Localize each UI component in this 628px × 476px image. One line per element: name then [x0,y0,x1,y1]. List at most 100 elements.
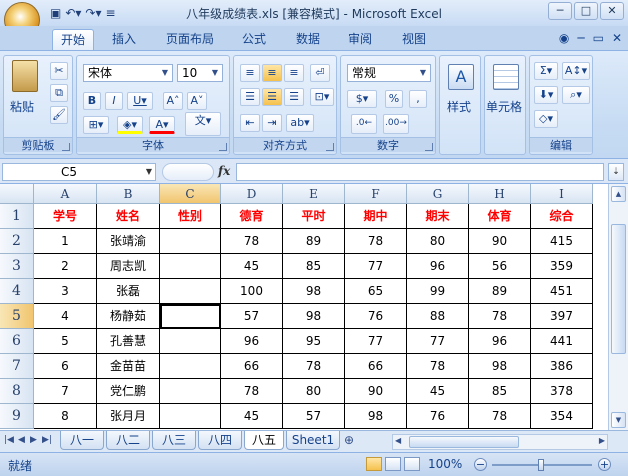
table-cell[interactable]: 金苗苗 [97,354,160,379]
table-cell[interactable]: 77 [345,329,407,354]
number-format-combo[interactable]: 常规 ▼ [347,64,431,82]
table-cell[interactable]: 66 [221,354,283,379]
table-cell[interactable]: 85 [469,379,531,404]
ribbon-close-icon[interactable]: ✕ [612,31,622,45]
autosum-icon[interactable]: Σ▾ [534,62,558,80]
table-cell[interactable] [160,304,221,329]
align-bottom-icon[interactable]: ≡ [284,64,304,82]
font-size-combo[interactable]: 10 ▼ [177,64,223,82]
table-cell[interactable]: 党仁鹏 [97,379,160,404]
table-cell[interactable]: 96 [469,329,531,354]
sheet-tab-active[interactable]: 八五 [244,431,284,450]
table-cell[interactable]: 88 [407,304,469,329]
phonetic-button[interactable]: 文▾ [185,112,221,136]
clear-icon[interactable]: ◇▾ [534,110,558,128]
table-cell[interactable]: 7 [34,379,97,404]
align-middle-icon[interactable]: ≡ [262,64,282,82]
tab-home[interactable]: 开始 [52,29,94,50]
table-cell[interactable]: 1 [34,229,97,254]
table-cell[interactable] [160,254,221,279]
column-header-d[interactable]: D [221,184,283,204]
table-cell[interactable]: 354 [531,404,593,429]
column-header-g[interactable]: G [407,184,469,204]
table-cell[interactable]: 45 [221,404,283,429]
paste-icon[interactable] [12,60,38,92]
zoom-out-icon[interactable]: − [474,458,487,471]
column-header-c[interactable]: C [160,184,221,204]
table-cell[interactable]: 80 [283,379,345,404]
table-cell[interactable]: 78 [469,404,531,429]
scroll-left-icon[interactable]: ◀ [395,436,401,445]
tab-view[interactable]: 视图 [394,29,434,50]
formula-input[interactable] [236,163,604,181]
align-left-icon[interactable]: ☰ [240,88,260,106]
table-cell[interactable]: 85 [283,254,345,279]
zoom-level[interactable]: 100% [428,457,462,471]
borders-button[interactable]: ⊞▾ [83,116,109,134]
header-cell[interactable]: 姓名 [97,204,160,229]
table-cell[interactable]: 77 [345,254,407,279]
decrease-indent-icon[interactable]: ⇤ [240,114,260,132]
table-cell[interactable]: 95 [283,329,345,354]
table-cell[interactable]: 张磊 [97,279,160,304]
ribbon-minimize-icon[interactable]: ─ [577,31,584,45]
expand-formula-bar-icon[interactable]: ⇣ [608,163,624,181]
grow-font-button[interactable]: A˄ [163,92,183,110]
percent-style-icon[interactable]: % [385,90,403,108]
header-cell[interactable]: 德育 [221,204,283,229]
column-header-h[interactable]: H [469,184,531,204]
insert-function-icon[interactable]: fx [218,164,230,178]
row-header-2[interactable]: 2 [0,229,34,254]
table-cell[interactable]: 张靖渝 [97,229,160,254]
table-cell[interactable]: 78 [221,379,283,404]
cut-icon[interactable]: ✂ [50,62,68,80]
alignment-dialog-launcher[interactable] [326,143,334,151]
format-painter-icon[interactable]: 🖌 [50,106,68,124]
table-cell[interactable]: 90 [345,379,407,404]
vertical-scrollbar[interactable]: ▲ ▼ [608,184,628,430]
header-cell[interactable]: 性别 [160,204,221,229]
table-cell[interactable]: 98 [345,404,407,429]
sort-filter-icon[interactable]: A↕▾ [562,62,590,80]
wrap-text-icon[interactable]: ⏎ [310,64,330,82]
table-cell[interactable]: 359 [531,254,593,279]
header-cell[interactable]: 学号 [34,204,97,229]
font-dialog-launcher[interactable] [219,143,227,151]
ribbon-restore-icon[interactable]: ▭ [593,31,604,45]
header-cell[interactable]: 平时 [283,204,345,229]
table-cell[interactable]: 378 [531,379,593,404]
scroll-down-icon[interactable]: ▼ [611,412,626,428]
row-header-4[interactable]: 4 [0,279,34,304]
table-cell[interactable]: 78 [469,304,531,329]
sheet-tab[interactable]: 八三 [152,431,196,450]
column-header-b[interactable]: B [97,184,160,204]
header-cell[interactable]: 体育 [469,204,531,229]
copy-icon[interactable]: ⧉ [50,84,68,102]
find-select-icon[interactable]: ⌕▾ [562,86,590,104]
row-header-3[interactable]: 3 [0,254,34,279]
header-cell[interactable]: 综合 [531,204,593,229]
zoom-in-icon[interactable]: + [598,458,611,471]
page-layout-view-icon[interactable] [385,457,401,471]
styles-group[interactable]: A 样式 [439,55,481,155]
table-cell[interactable]: 78 [221,229,283,254]
increase-decimal-icon[interactable]: .0← [351,114,377,134]
maximize-button[interactable]: □ [574,2,598,20]
zoom-slider-knob[interactable] [538,459,544,471]
header-cell[interactable]: 期中 [345,204,407,229]
column-header-e[interactable]: E [283,184,345,204]
close-button[interactable]: ✕ [600,2,624,20]
row-header-6[interactable]: 6 [0,329,34,354]
tab-formulas[interactable]: 公式 [234,29,274,50]
decrease-decimal-icon[interactable]: .00→ [383,114,409,134]
number-dialog-launcher[interactable] [425,143,433,151]
row-header-8[interactable]: 8 [0,379,34,404]
table-cell[interactable]: 78 [283,354,345,379]
table-cell[interactable]: 5 [34,329,97,354]
table-cell[interactable]: 77 [407,329,469,354]
table-cell[interactable] [160,329,221,354]
align-center-icon[interactable]: ☰ [262,88,282,106]
shrink-font-button[interactable]: A˅ [187,92,207,110]
font-name-combo[interactable]: 宋体 ▼ [83,64,173,82]
tab-review[interactable]: 审阅 [340,29,380,50]
